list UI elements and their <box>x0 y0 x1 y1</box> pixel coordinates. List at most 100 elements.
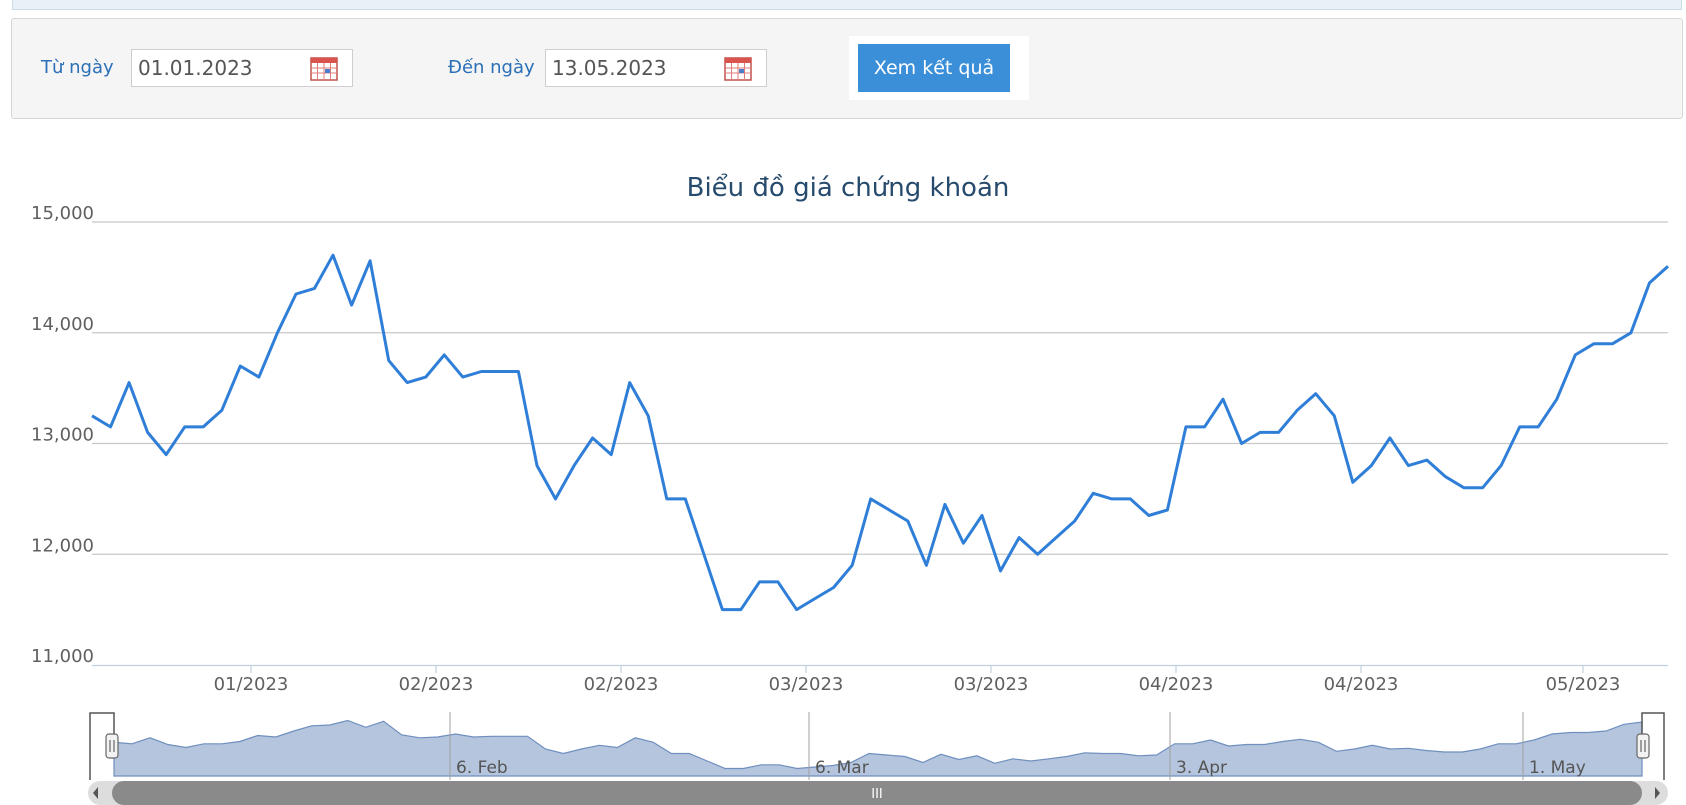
price-point <box>387 358 391 362</box>
price-point <box>479 370 483 374</box>
price-point <box>1332 414 1336 418</box>
price-point <box>1147 514 1151 518</box>
x-tick-label: 01/2023 <box>214 674 289 695</box>
price-point <box>201 425 205 429</box>
y-tick-label: 13,000 <box>31 425 94 446</box>
x-tick-label: 04/2023 <box>1324 674 1399 695</box>
price-point <box>331 253 335 257</box>
price-point <box>1592 342 1596 346</box>
price-point <box>1425 458 1429 462</box>
price-point <box>1036 552 1040 556</box>
price-point <box>591 436 595 440</box>
price-point <box>758 580 762 584</box>
price-point <box>720 608 724 612</box>
price-point <box>1203 425 1207 429</box>
price-point <box>1277 430 1281 434</box>
price-point <box>906 519 910 523</box>
navigator-left-handle[interactable] <box>105 733 119 759</box>
price-point <box>869 497 873 501</box>
price-point <box>183 425 187 429</box>
y-tick-label: 12,000 <box>31 535 94 556</box>
price-point <box>1573 353 1577 357</box>
price-point <box>961 541 965 545</box>
price-point <box>220 408 224 412</box>
price-point <box>702 552 706 556</box>
price-point <box>1518 425 1522 429</box>
x-tick-label: 02/2023 <box>584 674 659 695</box>
price-point <box>1462 486 1466 490</box>
price-point <box>739 608 743 612</box>
price-point <box>943 502 947 506</box>
price-point <box>1388 436 1392 440</box>
price-point <box>1110 497 1114 501</box>
stock-price-chart: Biểu đồ giá chứng khoán 11,000 12,000 13,0… <box>31 172 1670 805</box>
price-point <box>832 586 836 590</box>
price-point <box>424 375 428 379</box>
price-point <box>313 286 317 290</box>
price-point <box>294 292 298 296</box>
price-point <box>850 563 854 567</box>
x-tick-label: 02/2023 <box>399 674 474 695</box>
price-point <box>127 381 131 385</box>
navigator-date-label: 1. May <box>1529 758 1586 778</box>
price-points <box>90 253 1670 611</box>
price-point <box>1128 497 1132 501</box>
x-tick-label: 03/2023 <box>954 674 1029 695</box>
price-point <box>1091 491 1095 495</box>
price-point <box>90 414 94 418</box>
price-point <box>980 514 984 518</box>
price-point <box>238 364 242 368</box>
price-point <box>1054 536 1058 540</box>
price-point <box>628 381 632 385</box>
price-point <box>1406 464 1410 468</box>
scrollbar-grip: III <box>871 787 883 802</box>
price-point <box>146 430 150 434</box>
price-point <box>1444 475 1448 479</box>
price-point <box>1610 342 1614 346</box>
price-point <box>368 259 372 263</box>
price-point <box>1073 519 1077 523</box>
price-point <box>1221 397 1225 401</box>
price-point <box>1499 464 1503 468</box>
y-tick-label: 11,000 <box>31 646 94 667</box>
price-point <box>1648 281 1652 285</box>
price-point <box>554 497 558 501</box>
price-point <box>1295 408 1299 412</box>
price-point <box>1017 536 1021 540</box>
navigator-date-label: 3. Apr <box>1176 758 1227 778</box>
price-point <box>275 331 279 335</box>
x-tick-label: 05/2023 <box>1546 674 1621 695</box>
price-point <box>665 497 669 501</box>
x-tick-label: 04/2023 <box>1139 674 1214 695</box>
price-point <box>1184 425 1188 429</box>
y-axis-labels: 11,000 12,000 13,000 14,000 15,000 <box>31 203 94 667</box>
y-tick-label: 14,000 <box>31 314 94 335</box>
price-point <box>609 453 613 457</box>
price-point <box>646 414 650 418</box>
price-point <box>1240 442 1244 446</box>
price-point <box>535 464 539 468</box>
navigator-right-handle[interactable] <box>1636 733 1650 759</box>
y-tick-label: 15,000 <box>31 203 94 224</box>
price-point <box>498 370 502 374</box>
x-tick-label: 03/2023 <box>769 674 844 695</box>
price-point <box>461 375 465 379</box>
price-point <box>109 425 113 429</box>
price-series-line <box>91 253 1670 612</box>
price-point <box>405 381 409 385</box>
price-point <box>164 453 168 457</box>
navigator[interactable]: 6. Feb 6. Mar 3. Apr 1. May <box>89 712 1665 780</box>
price-point <box>795 608 799 612</box>
price-point <box>887 508 891 512</box>
price-point <box>1555 397 1559 401</box>
price-point <box>257 375 261 379</box>
navigator-date-label: 6. Mar <box>815 758 869 778</box>
price-point <box>516 370 520 374</box>
price-point <box>572 464 576 468</box>
scrollbar[interactable]: III <box>88 781 1668 805</box>
price-point <box>1629 331 1633 335</box>
price-point <box>924 563 928 567</box>
price-point <box>999 569 1003 573</box>
price-point <box>350 303 354 307</box>
navigator-date-label: 6. Feb <box>456 758 508 778</box>
